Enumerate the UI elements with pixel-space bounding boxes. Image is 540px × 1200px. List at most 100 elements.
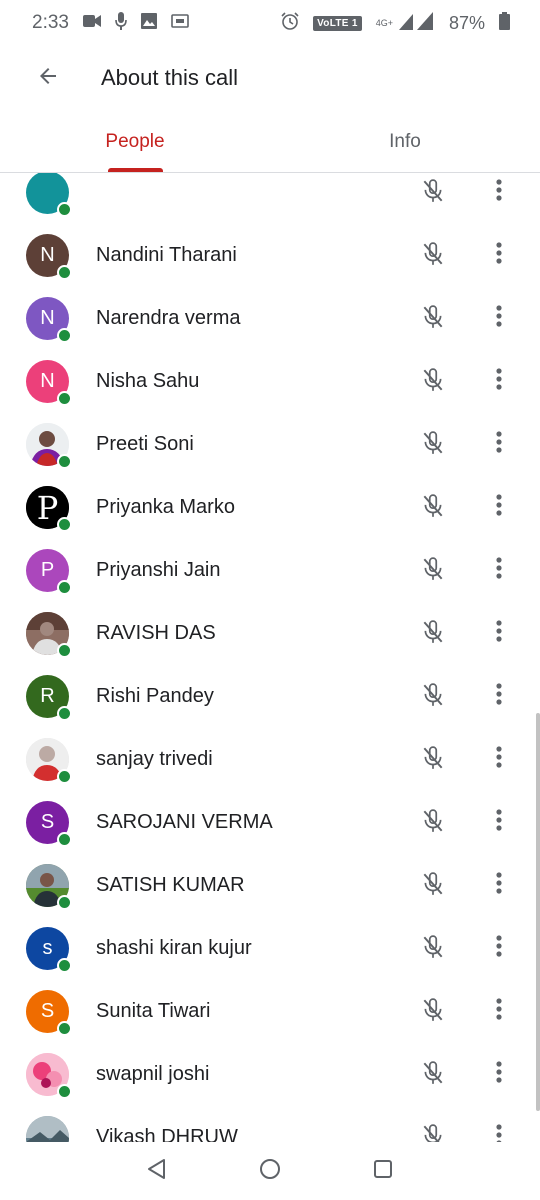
participant-name: Rishi Pandey: [96, 685, 214, 707]
system-nav-bar: [0, 1142, 540, 1200]
more-vert-icon: [495, 997, 503, 1026]
avatar-initial: N: [40, 370, 55, 392]
participant-options-button[interactable]: [484, 744, 514, 774]
avatar-initial: s: [42, 937, 53, 959]
participant-options-button[interactable]: [484, 429, 514, 459]
online-status-dot: [57, 202, 72, 217]
participant-row[interactable]: SATISH KUMAR: [0, 854, 540, 917]
participant-row[interactable]: R Rishi Pandey: [0, 665, 540, 728]
back-button[interactable]: [24, 54, 72, 102]
list-scrollbar[interactable]: [536, 713, 540, 1111]
participant-row[interactable]: P Priyanka Marko: [0, 476, 540, 539]
mute-participant-button[interactable]: [418, 682, 448, 712]
mute-participant-button[interactable]: [418, 619, 448, 649]
participant-name: SATISH KUMAR: [96, 874, 245, 896]
participant-options-button[interactable]: [484, 555, 514, 585]
avatar-wrap: [26, 173, 72, 217]
mute-participant-button[interactable]: [418, 997, 448, 1027]
participant-row[interactable]: [0, 173, 540, 224]
mic-off-icon: [420, 934, 446, 965]
avatar-initial: S: [40, 811, 55, 833]
recents-square-icon: [372, 1158, 394, 1185]
mute-participant-button[interactable]: [418, 1060, 448, 1090]
participant-name: Priyanka Marko: [96, 496, 235, 518]
mute-participant-button[interactable]: [418, 367, 448, 397]
participant-row[interactable]: Preeti Soni: [0, 413, 540, 476]
online-status-dot: [57, 580, 72, 595]
tab-people[interactable]: People: [0, 112, 270, 172]
tab-active-indicator: [108, 168, 163, 172]
participant-row[interactable]: swapnil joshi: [0, 1043, 540, 1106]
mute-participant-button[interactable]: [418, 808, 448, 838]
online-status-dot: [57, 769, 72, 784]
participant-row[interactable]: S Sunita Tiwari: [0, 980, 540, 1043]
participant-name: Nandini Tharani: [96, 244, 237, 266]
mic-off-icon: [420, 367, 446, 398]
online-status-dot: [57, 895, 72, 910]
online-status-dot: [57, 1021, 72, 1036]
participant-options-button[interactable]: [484, 996, 514, 1026]
participant-options-button[interactable]: [484, 618, 514, 648]
mute-participant-button[interactable]: [418, 178, 448, 208]
participant-options-button[interactable]: [484, 1122, 514, 1142]
participant-name: Priyanshi Jain: [96, 559, 221, 581]
nav-home-button[interactable]: [250, 1151, 290, 1191]
avatar-initial: R: [40, 685, 55, 707]
image-icon: [140, 12, 157, 34]
participant-row[interactable]: sanjay trivedi: [0, 728, 540, 791]
svg-text:P: P: [37, 489, 59, 527]
participant-row[interactable]: RAVISH DAS: [0, 602, 540, 665]
more-vert-icon: [495, 934, 503, 963]
video-icon: [82, 14, 101, 33]
more-vert-icon: [495, 871, 503, 900]
mute-participant-button[interactable]: [418, 493, 448, 523]
mute-participant-button[interactable]: [418, 304, 448, 334]
mute-participant-button[interactable]: [418, 1123, 448, 1142]
mute-participant-button[interactable]: [418, 934, 448, 964]
participant-options-button[interactable]: [484, 492, 514, 522]
participant-name: shashi kiran kujur: [96, 937, 252, 959]
participant-options-button[interactable]: [484, 870, 514, 900]
mic-off-icon: [420, 241, 446, 272]
participant-options-button[interactable]: [484, 177, 514, 207]
mute-participant-button[interactable]: [418, 241, 448, 271]
more-vert-icon: [495, 367, 503, 396]
mic-off-icon: [420, 556, 446, 587]
participant-options-button[interactable]: [484, 681, 514, 711]
avatar-wrap: N: [26, 234, 72, 280]
avatar-wrap: [26, 1053, 72, 1099]
mic-off-icon: [420, 619, 446, 650]
more-vert-icon: [495, 178, 503, 207]
mic-off-icon: [420, 997, 446, 1028]
avatar-wrap: [26, 1116, 69, 1142]
participant-options-button[interactable]: [484, 1059, 514, 1089]
mute-participant-button[interactable]: [418, 430, 448, 460]
online-status-dot: [57, 1084, 72, 1099]
nav-recents-button[interactable]: [363, 1151, 403, 1191]
participant-row[interactable]: N Nisha Sahu: [0, 350, 540, 413]
participant-row[interactable]: s shashi kiran kujur: [0, 917, 540, 980]
participant-row[interactable]: P Priyanshi Jain: [0, 539, 540, 602]
mute-participant-button[interactable]: [418, 871, 448, 901]
nav-back-button[interactable]: [137, 1151, 177, 1191]
participant-row[interactable]: N Narendra verma: [0, 287, 540, 350]
participant-row[interactable]: Vikash DHRUW: [0, 1106, 540, 1142]
tab-info[interactable]: Info: [270, 112, 540, 172]
participant-row[interactable]: N Nandini Tharani: [0, 224, 540, 287]
participant-options-button[interactable]: [484, 366, 514, 396]
page-title: About this call: [101, 65, 238, 90]
participant-options-button[interactable]: [484, 807, 514, 837]
app-bar: About this call: [0, 46, 540, 110]
participant-name: sanjay trivedi: [96, 748, 213, 770]
participant-options-button[interactable]: [484, 240, 514, 270]
mute-participant-button[interactable]: [418, 556, 448, 586]
tab-people-label: People: [105, 131, 165, 152]
participant-list[interactable]: N Nandini Tharani N Narendra verma N Nisha Sa…: [0, 173, 540, 1142]
mute-participant-button[interactable]: [418, 745, 448, 775]
participant-options-button[interactable]: [484, 303, 514, 333]
online-status-dot: [57, 265, 72, 280]
avatar-wrap: R: [26, 675, 72, 721]
participant-options-button[interactable]: [484, 933, 514, 963]
participant-row[interactable]: S SAROJANI VERMA: [0, 791, 540, 854]
avatar-initial: P: [40, 559, 55, 581]
